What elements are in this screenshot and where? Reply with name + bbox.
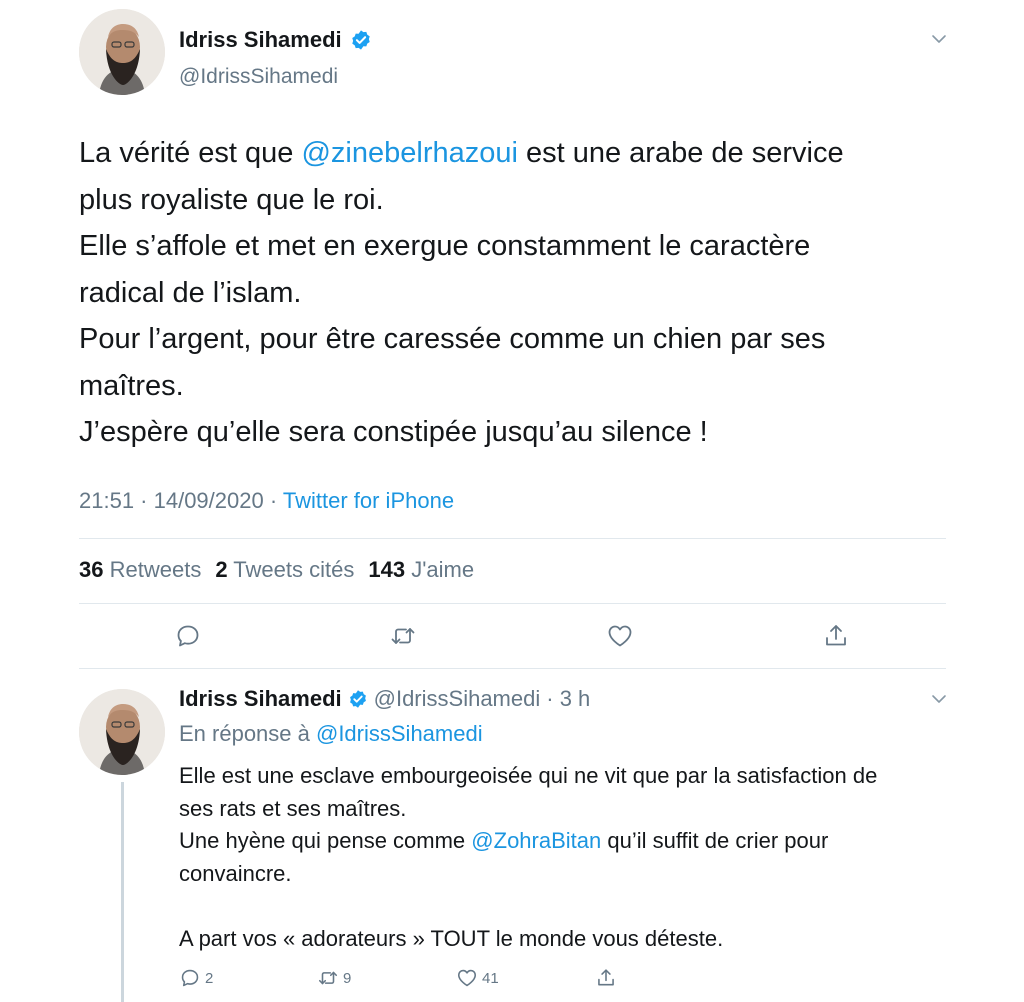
author-handle[interactable]: @IdrissSihamedi bbox=[179, 65, 338, 89]
reply-icon[interactable] bbox=[174, 622, 202, 650]
reply-like-action[interactable]: 41 bbox=[456, 966, 499, 990]
avatar-image bbox=[79, 689, 165, 775]
share-icon bbox=[595, 967, 617, 989]
author-name-line: Idriss Sihamedi bbox=[179, 27, 372, 53]
reply-author-avatar[interactable] bbox=[79, 689, 165, 775]
author-display-name[interactable]: Idriss Sihamedi bbox=[179, 27, 342, 53]
divider bbox=[79, 668, 946, 669]
retweets-label: Retweets bbox=[109, 557, 202, 582]
tweet-text-segment: est une arabe de service bbox=[517, 137, 844, 169]
reply-text-blank-line bbox=[179, 890, 979, 923]
main-tweet-header: Idriss Sihamedi @IdrissSihamedi bbox=[79, 9, 949, 97]
reply-text-line: convaincre. bbox=[179, 860, 292, 886]
reply-icon bbox=[179, 967, 201, 989]
tweet-timestamp[interactable]: 21:51 · 14/09/2020 · bbox=[79, 488, 283, 513]
in-reply-to: En réponse à @IdrissSihamedi bbox=[179, 721, 483, 747]
tweet-text-line: Pour l’argent, pour être caressée comme … bbox=[79, 323, 826, 355]
likes-stat[interactable]: 143 J'aime bbox=[368, 557, 474, 583]
thread-connector-line bbox=[121, 782, 124, 1002]
like-icon bbox=[456, 967, 478, 989]
reply-author-handle[interactable]: @IdrissSihamedi bbox=[374, 686, 541, 712]
quotes-stat[interactable]: 2 Tweets cités bbox=[215, 557, 354, 583]
like-icon[interactable] bbox=[606, 622, 634, 650]
quotes-label: Tweets cités bbox=[233, 557, 355, 582]
tweet-source-link[interactable]: Twitter for iPhone bbox=[283, 488, 454, 513]
tweet-text-line: La vérité est que @zinebelrhazoui est un… bbox=[79, 130, 959, 177]
retweets-count: 36 bbox=[79, 557, 104, 582]
tweet-meta: 21:51 · 14/09/2020 · Twitter for iPhone bbox=[79, 488, 454, 514]
tweet-text-line: plus royaliste que le roi. bbox=[79, 183, 384, 216]
retweet-icon[interactable] bbox=[389, 622, 417, 650]
reply-count: 2 bbox=[205, 969, 214, 987]
reply-text-segment: qu’il suffit de crier pour bbox=[601, 828, 829, 854]
reply-tweet-text: Elle est une esclave embourgeoisée qui n… bbox=[179, 760, 979, 956]
retweet-icon bbox=[317, 967, 339, 989]
tweet-text-line: J’espère qu’elle sera constipée jusqu’au… bbox=[79, 416, 708, 448]
verified-badge-icon bbox=[350, 29, 372, 51]
reply-retweet-action[interactable]: 9 bbox=[317, 966, 351, 990]
tweet-text: La vérité est que @zinebelrhazoui est un… bbox=[79, 130, 959, 456]
author-avatar[interactable] bbox=[79, 9, 165, 95]
tweet-text-line: Elle s’affole et met en exergue constamm… bbox=[79, 230, 811, 262]
avatar-image bbox=[79, 9, 165, 95]
share-icon[interactable] bbox=[822, 622, 850, 650]
tweet-text-segment: La vérité est que bbox=[79, 137, 302, 169]
reply-text-line: Une hyène qui pense comme @ZohraBitan qu… bbox=[179, 825, 979, 858]
mention-link[interactable]: @zinebelrhazoui bbox=[301, 137, 517, 169]
divider bbox=[79, 603, 946, 604]
divider bbox=[79, 538, 946, 539]
more-options-chevron-icon[interactable] bbox=[930, 30, 948, 48]
reply-text-line: Elle est une esclave embourgeoisée qui n… bbox=[179, 763, 878, 788]
in-reply-to-label: En réponse à bbox=[179, 721, 316, 746]
tweet-stats: 36 Retweets 2 Tweets cités 143 J'aime bbox=[79, 557, 474, 583]
verified-badge-icon bbox=[348, 689, 368, 709]
mention-link[interactable]: @ZohraBitan bbox=[471, 828, 601, 853]
likes-count: 143 bbox=[368, 557, 406, 582]
reply-author-line: Idriss Sihamedi @IdrissSihamedi · 3 h bbox=[179, 686, 590, 712]
reply-more-options-chevron-icon[interactable] bbox=[930, 690, 948, 708]
retweets-stat[interactable]: 36 Retweets bbox=[79, 557, 201, 583]
reply-author-display-name[interactable]: Idriss Sihamedi bbox=[179, 686, 342, 712]
reply-text-line: ses rats et ses maîtres. bbox=[179, 795, 407, 821]
tweet-text-line: radical de l’islam. bbox=[79, 276, 302, 309]
reply-time-ago[interactable]: · 3 h bbox=[546, 686, 590, 712]
retweet-count: 9 bbox=[343, 969, 352, 987]
reply-text-segment: Une hyène qui pense comme bbox=[179, 828, 472, 854]
like-count: 41 bbox=[482, 969, 499, 987]
likes-label: J'aime bbox=[411, 557, 475, 582]
reply-reply-action[interactable]: 2 bbox=[179, 966, 213, 990]
reply-share-action[interactable] bbox=[595, 966, 617, 990]
in-reply-to-handle-link[interactable]: @IdrissSihamedi bbox=[316, 721, 483, 746]
quotes-count: 2 bbox=[215, 557, 228, 582]
tweet-text-line: maîtres. bbox=[79, 369, 184, 402]
reply-text-line: A part vos « adorateurs » TOUT le monde … bbox=[179, 925, 724, 951]
